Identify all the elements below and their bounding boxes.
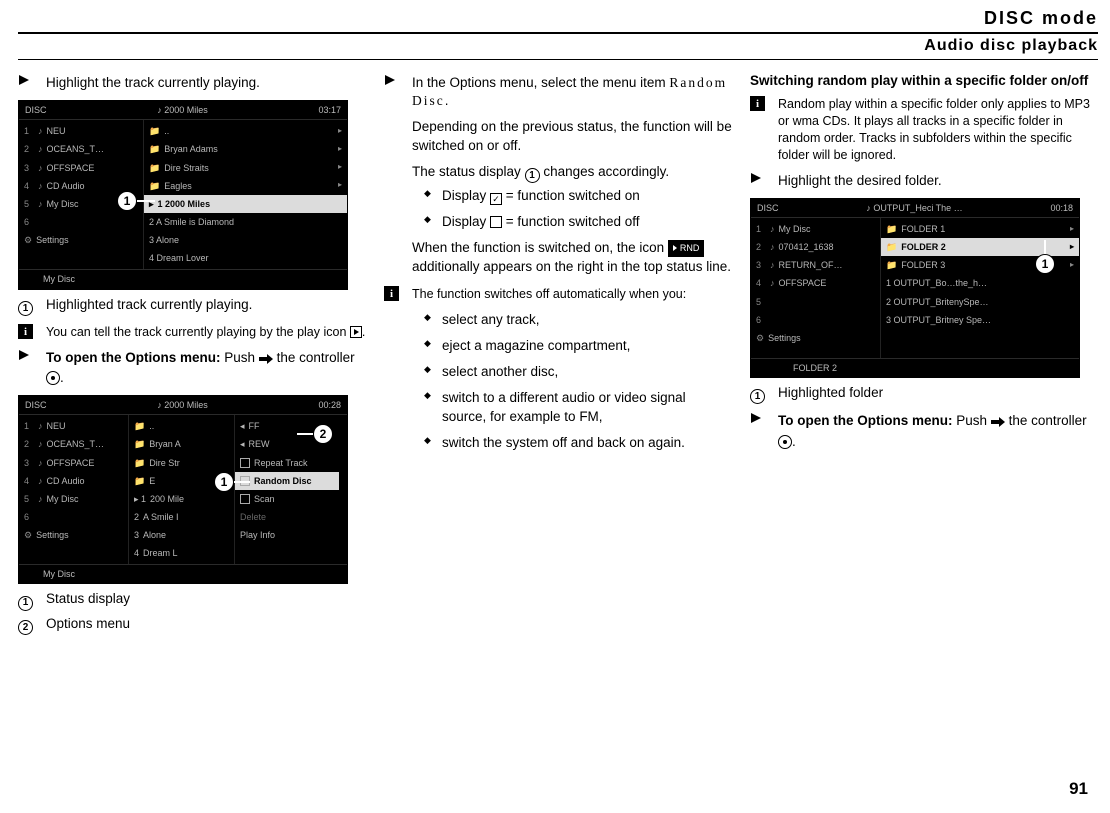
unchecked-box-icon bbox=[490, 216, 502, 228]
info-icon: i bbox=[384, 286, 402, 301]
circled-1-icon: 1 bbox=[750, 389, 765, 404]
screenshot-folder-list: DISC ♪ OUTPUT_Heci The … 00:18 1♪My Disc… bbox=[750, 198, 1080, 378]
random-badge-icon: RND bbox=[668, 240, 705, 256]
controller-icon bbox=[46, 371, 60, 385]
column-1: Highlight the track currently playing. D… bbox=[18, 68, 366, 643]
caption-text: Highlighted track currently playing. bbox=[46, 296, 366, 314]
info-text: The function switches off automatically … bbox=[412, 286, 732, 303]
step-text: In the Options menu, select the menu ite… bbox=[412, 74, 732, 110]
para: Depending on the previous status, the fu… bbox=[384, 118, 732, 154]
svg-text:i: i bbox=[756, 98, 759, 110]
info-text: You can tell the track currently playing… bbox=[46, 324, 366, 341]
list-item: eject a magazine compartment, bbox=[424, 337, 732, 355]
list-item: select any track, bbox=[424, 311, 732, 329]
step-arrow-icon bbox=[750, 172, 768, 184]
step-text: Highlight the track currently playing. bbox=[46, 74, 366, 92]
step-text: To open the Options menu: Push the contr… bbox=[46, 349, 366, 387]
step-arrow-icon bbox=[750, 412, 768, 424]
caption-text: Options menu bbox=[46, 615, 366, 633]
column-2: In the Options menu, select the menu ite… bbox=[384, 68, 732, 643]
circled-2-icon: 2 bbox=[18, 620, 33, 635]
list-item: select another disc, bbox=[424, 363, 732, 381]
caption-text: Highlighted folder bbox=[778, 384, 1098, 402]
circled-1-icon: 1 bbox=[18, 301, 33, 316]
list-item: Display = function switched off bbox=[424, 213, 732, 231]
column-3: Switching random play within a specific … bbox=[750, 68, 1098, 643]
info-icon: i bbox=[18, 324, 36, 339]
step-text: To open the Options menu: Push the contr… bbox=[778, 412, 1098, 450]
right-arrow-icon bbox=[991, 414, 1005, 432]
page-number: 91 bbox=[1069, 778, 1088, 801]
screenshot-track-list: DISC ♪ 2000 Miles 03:17 1♪NEU 2♪OCEANS_T… bbox=[18, 100, 348, 289]
step-arrow-icon bbox=[18, 349, 36, 361]
header-mode: DISC mode bbox=[18, 6, 1098, 30]
svg-text:i: i bbox=[24, 326, 27, 338]
info-text: Random play within a specific folder onl… bbox=[778, 96, 1098, 164]
right-arrow-icon bbox=[259, 351, 273, 369]
para: The status display 1 changes accordingly… bbox=[384, 163, 732, 183]
list-item: switch to a different audio or video sig… bbox=[424, 389, 732, 425]
callout-1-icon: 1 bbox=[214, 472, 234, 492]
play-icon bbox=[350, 326, 362, 338]
para: When the function is switched on, the ic… bbox=[384, 239, 732, 275]
step-arrow-icon bbox=[384, 74, 402, 86]
step-arrow-icon bbox=[18, 74, 36, 86]
checked-box-icon bbox=[490, 193, 502, 205]
caption-text: Status display bbox=[46, 590, 366, 608]
callout-2-icon: 2 bbox=[313, 424, 333, 444]
controller-icon bbox=[778, 435, 792, 449]
callout-1-icon: 1 bbox=[117, 191, 137, 211]
callout-1-icon: 1 bbox=[1035, 254, 1055, 274]
step-text: Highlight the desired folder. bbox=[778, 172, 1098, 190]
header-sub: Audio disc playback bbox=[18, 35, 1098, 57]
subheading: Switching random play within a specific … bbox=[750, 72, 1098, 90]
screenshot-options-menu: DISC ♪ 2000 Miles 00:28 1♪NEU 2♪OCEANS_T… bbox=[18, 395, 348, 584]
list-item: Display = function switched on bbox=[424, 187, 732, 205]
svg-text:i: i bbox=[390, 288, 393, 300]
circled-1-icon: 1 bbox=[525, 168, 540, 183]
info-icon: i bbox=[750, 96, 768, 111]
circled-1-icon: 1 bbox=[18, 596, 33, 611]
list-item: switch the system off and back on again. bbox=[424, 434, 732, 452]
